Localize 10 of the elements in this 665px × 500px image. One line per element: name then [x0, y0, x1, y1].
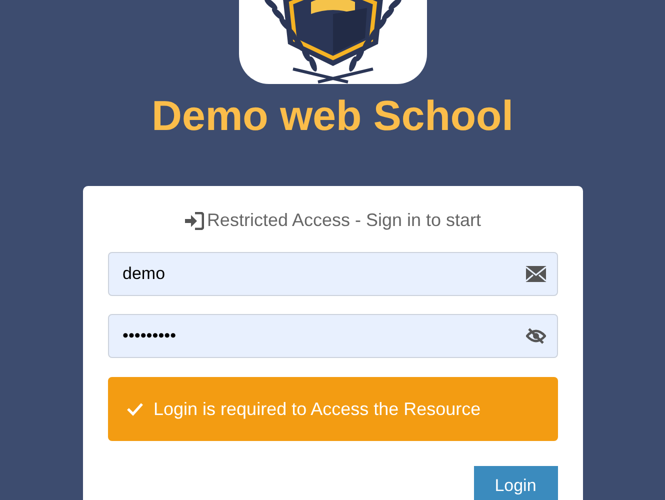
check-icon [126, 402, 144, 416]
envelope-icon [526, 266, 546, 282]
username-field[interactable]: demo [108, 252, 558, 296]
password-field[interactable]: ••••••••• [108, 314, 558, 358]
brand-title: Demo web School [152, 92, 514, 140]
card-header: Restricted Access - Sign in to start [206, 210, 482, 231]
sign-in-icon [184, 212, 204, 230]
alert-message: Login is required to Access the Resource [154, 398, 481, 420]
login-button[interactable]: Login [474, 466, 558, 500]
eye-slash-icon [526, 328, 546, 344]
